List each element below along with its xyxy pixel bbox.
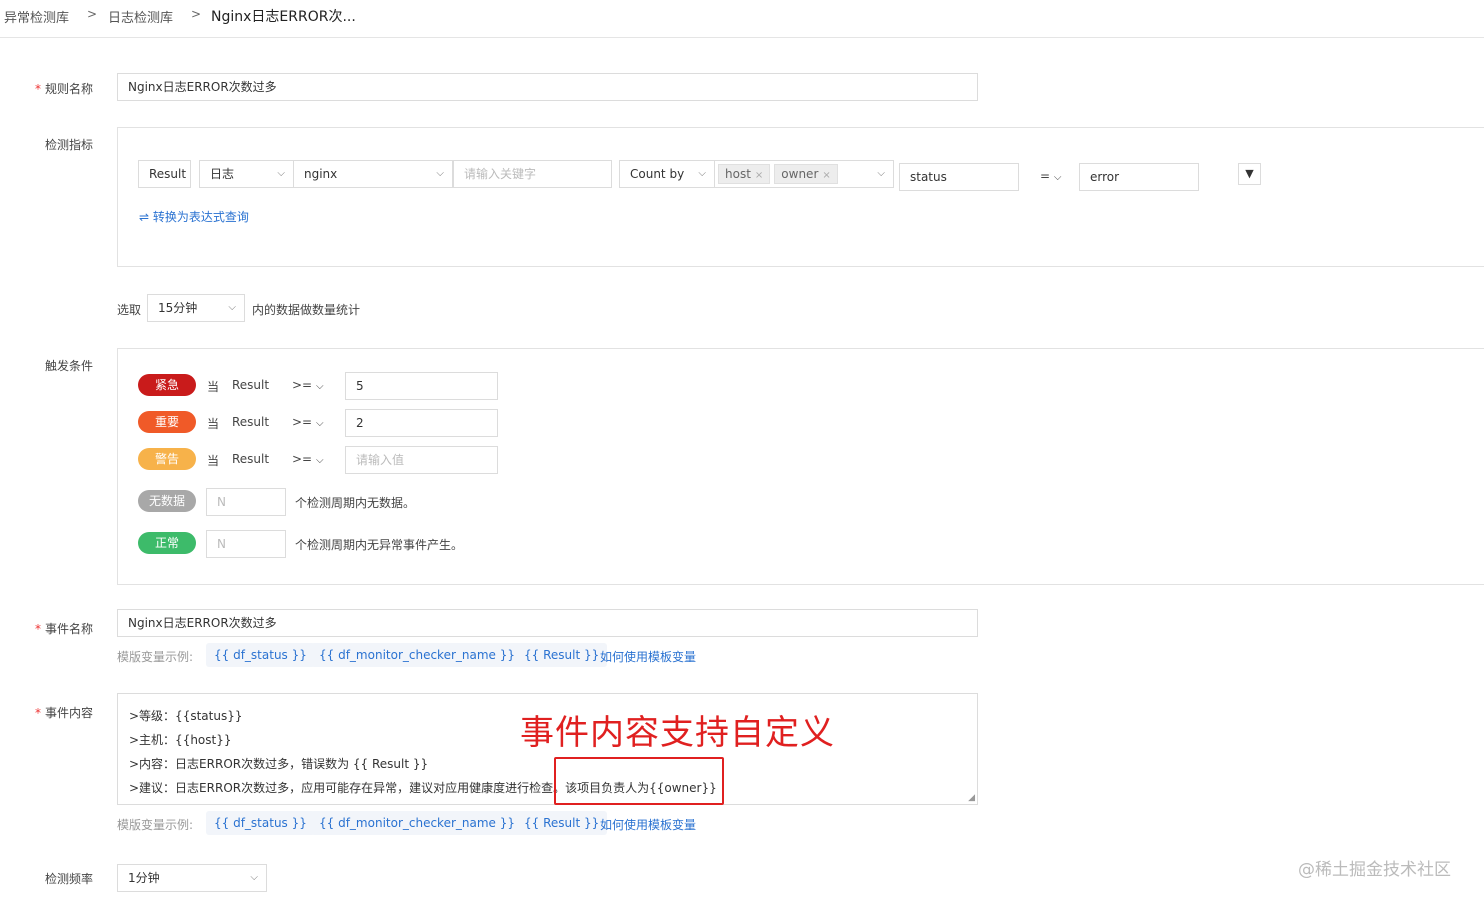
event-name-input[interactable]: Nginx日志ERROR次数过多 — [117, 609, 978, 637]
annotation-highlight-box — [554, 757, 724, 805]
chevron-down-icon: ⌵ — [436, 168, 444, 179]
required-mark: * — [35, 706, 41, 720]
filter-value-input[interactable]: error — [1079, 163, 1199, 191]
breadcrumb-separator: > — [191, 7, 202, 21]
normal-period-input[interactable]: N — [206, 530, 286, 558]
condition-operator-select[interactable]: >= ⌵ — [292, 452, 324, 466]
event-name-label: * 事件名称 — [35, 622, 94, 636]
operator-select[interactable]: = ⌵ — [1040, 169, 1061, 183]
resize-handle-icon[interactable]: ◢ — [968, 793, 975, 803]
annotation-text: 事件内容支持自定义 — [520, 713, 835, 753]
chevron-down-icon: ⌵ — [877, 168, 885, 179]
content-line: >等级：{{status}} — [129, 709, 243, 723]
source-select[interactable]: nginx ⌵ — [293, 160, 453, 188]
important-threshold-input[interactable]: 2 — [345, 409, 498, 437]
window-select[interactable]: 15分钟 ⌵ — [147, 294, 245, 322]
var-chip-df-status[interactable]: {{ df_status }} — [206, 811, 315, 835]
required-mark: * — [35, 622, 41, 636]
breadcrumb-current: Nginx日志ERROR次... — [211, 9, 356, 25]
tag-host: host × — [718, 164, 771, 184]
window-prefix: 选取 — [117, 303, 142, 317]
breadcrumb: 异常检测库 > 日志检测库 > Nginx日志ERROR次... — [0, 0, 1484, 38]
rule-name-label: * 规则名称 — [35, 82, 94, 96]
condition-operator-select[interactable]: >= ⌵ — [292, 378, 324, 392]
level-important-badge: 重要 — [138, 411, 196, 433]
template-vars-label: 模版变量示例: — [117, 818, 194, 832]
nodata-text: 个检测周期内无数据。 — [295, 496, 416, 510]
close-icon[interactable]: × — [822, 170, 830, 181]
condition-operator-select[interactable]: >= ⌵ — [292, 415, 324, 429]
normal-text: 个检测周期内无异常事件产生。 — [295, 538, 464, 552]
frequency-select[interactable]: 1分钟 ⌵ — [117, 864, 267, 892]
chevron-down-icon: ⌵ — [315, 381, 324, 392]
chevron-down-icon: ⌵ — [228, 302, 236, 313]
source-type-select[interactable]: 日志 ⌵ — [199, 160, 294, 188]
content-line: >主机：{{host}} — [129, 733, 232, 747]
count-by-select[interactable]: Count by ⌵ — [619, 160, 715, 188]
var-chip-checker-name[interactable]: {{ df_monitor_checker_name }} — [311, 643, 524, 667]
critical-threshold-input[interactable]: 5 — [345, 372, 498, 400]
chevron-down-icon: ⌵ — [277, 168, 285, 179]
breadcrumb-item-anomaly-library[interactable]: 异常检测库 — [4, 7, 69, 26]
level-critical-badge: 紧急 — [138, 374, 196, 396]
var-chip-df-status[interactable]: {{ df_status }} — [206, 643, 315, 667]
close-icon[interactable]: × — [755, 170, 763, 181]
required-mark: * — [35, 82, 41, 96]
metric-result-name: Result — [138, 160, 191, 188]
level-normal-badge: 正常 — [138, 532, 196, 554]
breadcrumb-separator: > — [87, 7, 98, 21]
when-text: 当 — [207, 417, 220, 431]
template-help-link[interactable]: 如何使用模板变量 — [600, 648, 696, 665]
when-text: 当 — [207, 454, 220, 468]
keyword-input[interactable]: 请输入关键字 — [453, 160, 612, 188]
condition-metric: Result — [232, 378, 270, 392]
template-help-link[interactable]: 如何使用模板变量 — [600, 816, 696, 833]
trigger-label: 触发条件 — [45, 359, 94, 373]
metric-label: 检测指标 — [45, 138, 94, 152]
group-tags-select[interactable]: host × owner × ⌵ — [714, 160, 894, 188]
rule-name-input[interactable]: Nginx日志ERROR次数过多 — [117, 73, 978, 101]
level-nodata-badge: 无数据 — [138, 490, 196, 512]
chevron-down-icon: ⌵ — [315, 418, 324, 429]
tag-owner: owner × — [774, 164, 838, 184]
level-warning-badge: 警告 — [138, 448, 196, 470]
chevron-down-icon: ⌵ — [315, 455, 324, 466]
watermark: @稀土掘金技术社区 — [1298, 860, 1451, 880]
filter-field-input[interactable]: status — [899, 163, 1019, 191]
chevron-down-icon: ⌵ — [1053, 172, 1062, 183]
template-vars-label: 模版变量示例: — [117, 650, 194, 664]
filter-icon[interactable]: ▼ — [1238, 163, 1261, 185]
var-chip-result[interactable]: {{ Result }} — [516, 643, 608, 667]
content-line: >内容：日志ERROR次数过多，错误数为 {{ Result }} — [129, 757, 429, 771]
nodata-period-input[interactable]: N — [206, 488, 286, 516]
condition-metric: Result — [232, 415, 270, 429]
var-chip-result[interactable]: {{ Result }} — [516, 811, 608, 835]
metric-panel — [117, 127, 1484, 267]
chevron-down-icon: ⌵ — [250, 872, 258, 883]
var-chip-checker-name[interactable]: {{ df_monitor_checker_name }} — [311, 811, 524, 835]
frequency-label: 检测频率 — [45, 872, 94, 886]
when-text: 当 — [207, 380, 220, 394]
window-suffix: 内的数据做数量统计 — [252, 303, 361, 317]
warning-threshold-input[interactable]: 请输入值 — [345, 446, 498, 474]
condition-metric: Result — [232, 452, 270, 466]
chevron-down-icon: ⌵ — [698, 168, 706, 179]
breadcrumb-item-log-library[interactable]: 日志检测库 — [108, 7, 173, 26]
convert-expression-link[interactable]: ⇌ 转换为表达式查询 — [139, 208, 249, 225]
event-content-label: * 事件内容 — [35, 706, 94, 720]
